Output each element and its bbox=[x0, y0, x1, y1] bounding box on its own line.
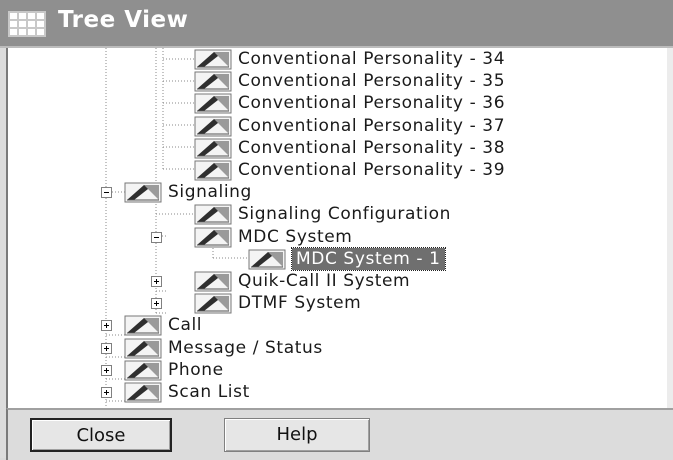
tree-node[interactable]: Conventional Personality - 38 bbox=[8, 137, 673, 159]
title-bar[interactable]: Tree View bbox=[0, 0, 673, 48]
expand-plus-icon[interactable] bbox=[101, 364, 112, 376]
tree-node-label: Message / Status bbox=[168, 337, 323, 358]
tree-node[interactable]: Conventional Personality - 34 bbox=[8, 48, 673, 70]
folder-ramp-icon bbox=[194, 227, 232, 248]
tree-node[interactable]: Signaling bbox=[8, 181, 673, 203]
tree-node[interactable]: Conventional Personality - 35 bbox=[8, 70, 673, 92]
folder-ramp-icon bbox=[124, 360, 162, 381]
tree-node-label: Conventional Personality - 39 bbox=[238, 160, 506, 180]
tree-node[interactable]: MDC System - 1 bbox=[8, 246, 673, 271]
tree-view-window: Tree View Conventional Personality - 34 … bbox=[0, 0, 673, 460]
folder-ramp-icon bbox=[194, 138, 232, 159]
tree-node-label: MDC System bbox=[238, 226, 353, 247]
folder-ramp-icon bbox=[248, 249, 286, 270]
tree-node[interactable]: Message / Status bbox=[8, 337, 673, 359]
tree-node-label: Conventional Personality - 38 bbox=[238, 137, 506, 158]
tree-node[interactable]: Call bbox=[8, 314, 673, 336]
tree-node[interactable]: Conventional Personality - 39 bbox=[8, 159, 673, 181]
folder-ramp-icon bbox=[194, 293, 232, 314]
collapse-minus-icon[interactable] bbox=[151, 231, 162, 243]
tree-node-label: Conventional Personality - 36 bbox=[238, 93, 506, 114]
tree-node[interactable]: Signaling Configuration bbox=[8, 203, 673, 225]
expand-plus-icon[interactable] bbox=[101, 342, 112, 354]
tree-node-label: Call bbox=[168, 315, 203, 336]
tree-node-label-selected: MDC System - 1 bbox=[291, 246, 446, 271]
tree-node-label: Scan List bbox=[168, 382, 250, 402]
tree-pane[interactable]: Conventional Personality - 34 Conventiona… bbox=[6, 48, 673, 408]
tree-node-label: Phone bbox=[168, 359, 224, 380]
collapse-minus-icon[interactable] bbox=[101, 187, 112, 199]
expand-plus-icon[interactable] bbox=[101, 387, 112, 398]
tree-node[interactable]: MDC System bbox=[8, 226, 673, 248]
tree-node[interactable]: Conventional Personality - 36 bbox=[8, 92, 673, 114]
folder-ramp-icon bbox=[194, 49, 232, 70]
grid-window-icon bbox=[8, 11, 46, 37]
window-title: Tree View bbox=[58, 7, 189, 33]
help-button[interactable]: Help bbox=[224, 418, 370, 452]
folder-ramp-icon bbox=[194, 93, 232, 114]
expand-plus-icon[interactable] bbox=[101, 320, 112, 332]
tree-node[interactable]: Conventional Personality - 37 bbox=[8, 115, 673, 137]
tree-node[interactable]: DTMF System bbox=[8, 292, 673, 314]
tree-node-label: Quik-Call II System bbox=[238, 271, 411, 291]
tree-node[interactable]: Quik-Call II System bbox=[8, 270, 673, 292]
folder-ramp-icon bbox=[194, 71, 232, 92]
tree-node-label: Conventional Personality - 35 bbox=[238, 71, 506, 92]
folder-ramp-icon bbox=[124, 182, 162, 203]
folder-ramp-icon bbox=[194, 116, 232, 137]
button-bar: Close Help bbox=[6, 408, 673, 460]
folder-ramp-icon bbox=[194, 271, 232, 292]
expand-plus-icon[interactable] bbox=[151, 298, 162, 310]
tree-node-label: Conventional Personality - 34 bbox=[238, 49, 506, 69]
tree-node-label: DTMF System bbox=[238, 293, 362, 314]
folder-ramp-icon bbox=[124, 315, 162, 336]
tree-node-label: Signaling Configuration bbox=[238, 204, 452, 225]
folder-ramp-icon bbox=[124, 382, 162, 403]
folder-ramp-icon bbox=[124, 338, 162, 359]
expand-plus-icon[interactable] bbox=[151, 276, 162, 287]
tree-node[interactable]: Scan List bbox=[8, 381, 673, 403]
tree-node-label: Signaling bbox=[168, 182, 252, 203]
tree-node[interactable]: Phone bbox=[8, 359, 673, 381]
tree-node-label: Conventional Personality - 37 bbox=[238, 115, 506, 136]
close-button[interactable]: Close bbox=[30, 418, 172, 452]
folder-ramp-icon bbox=[194, 160, 232, 181]
folder-ramp-icon bbox=[194, 204, 232, 225]
scrollbar-edge[interactable] bbox=[667, 48, 673, 408]
